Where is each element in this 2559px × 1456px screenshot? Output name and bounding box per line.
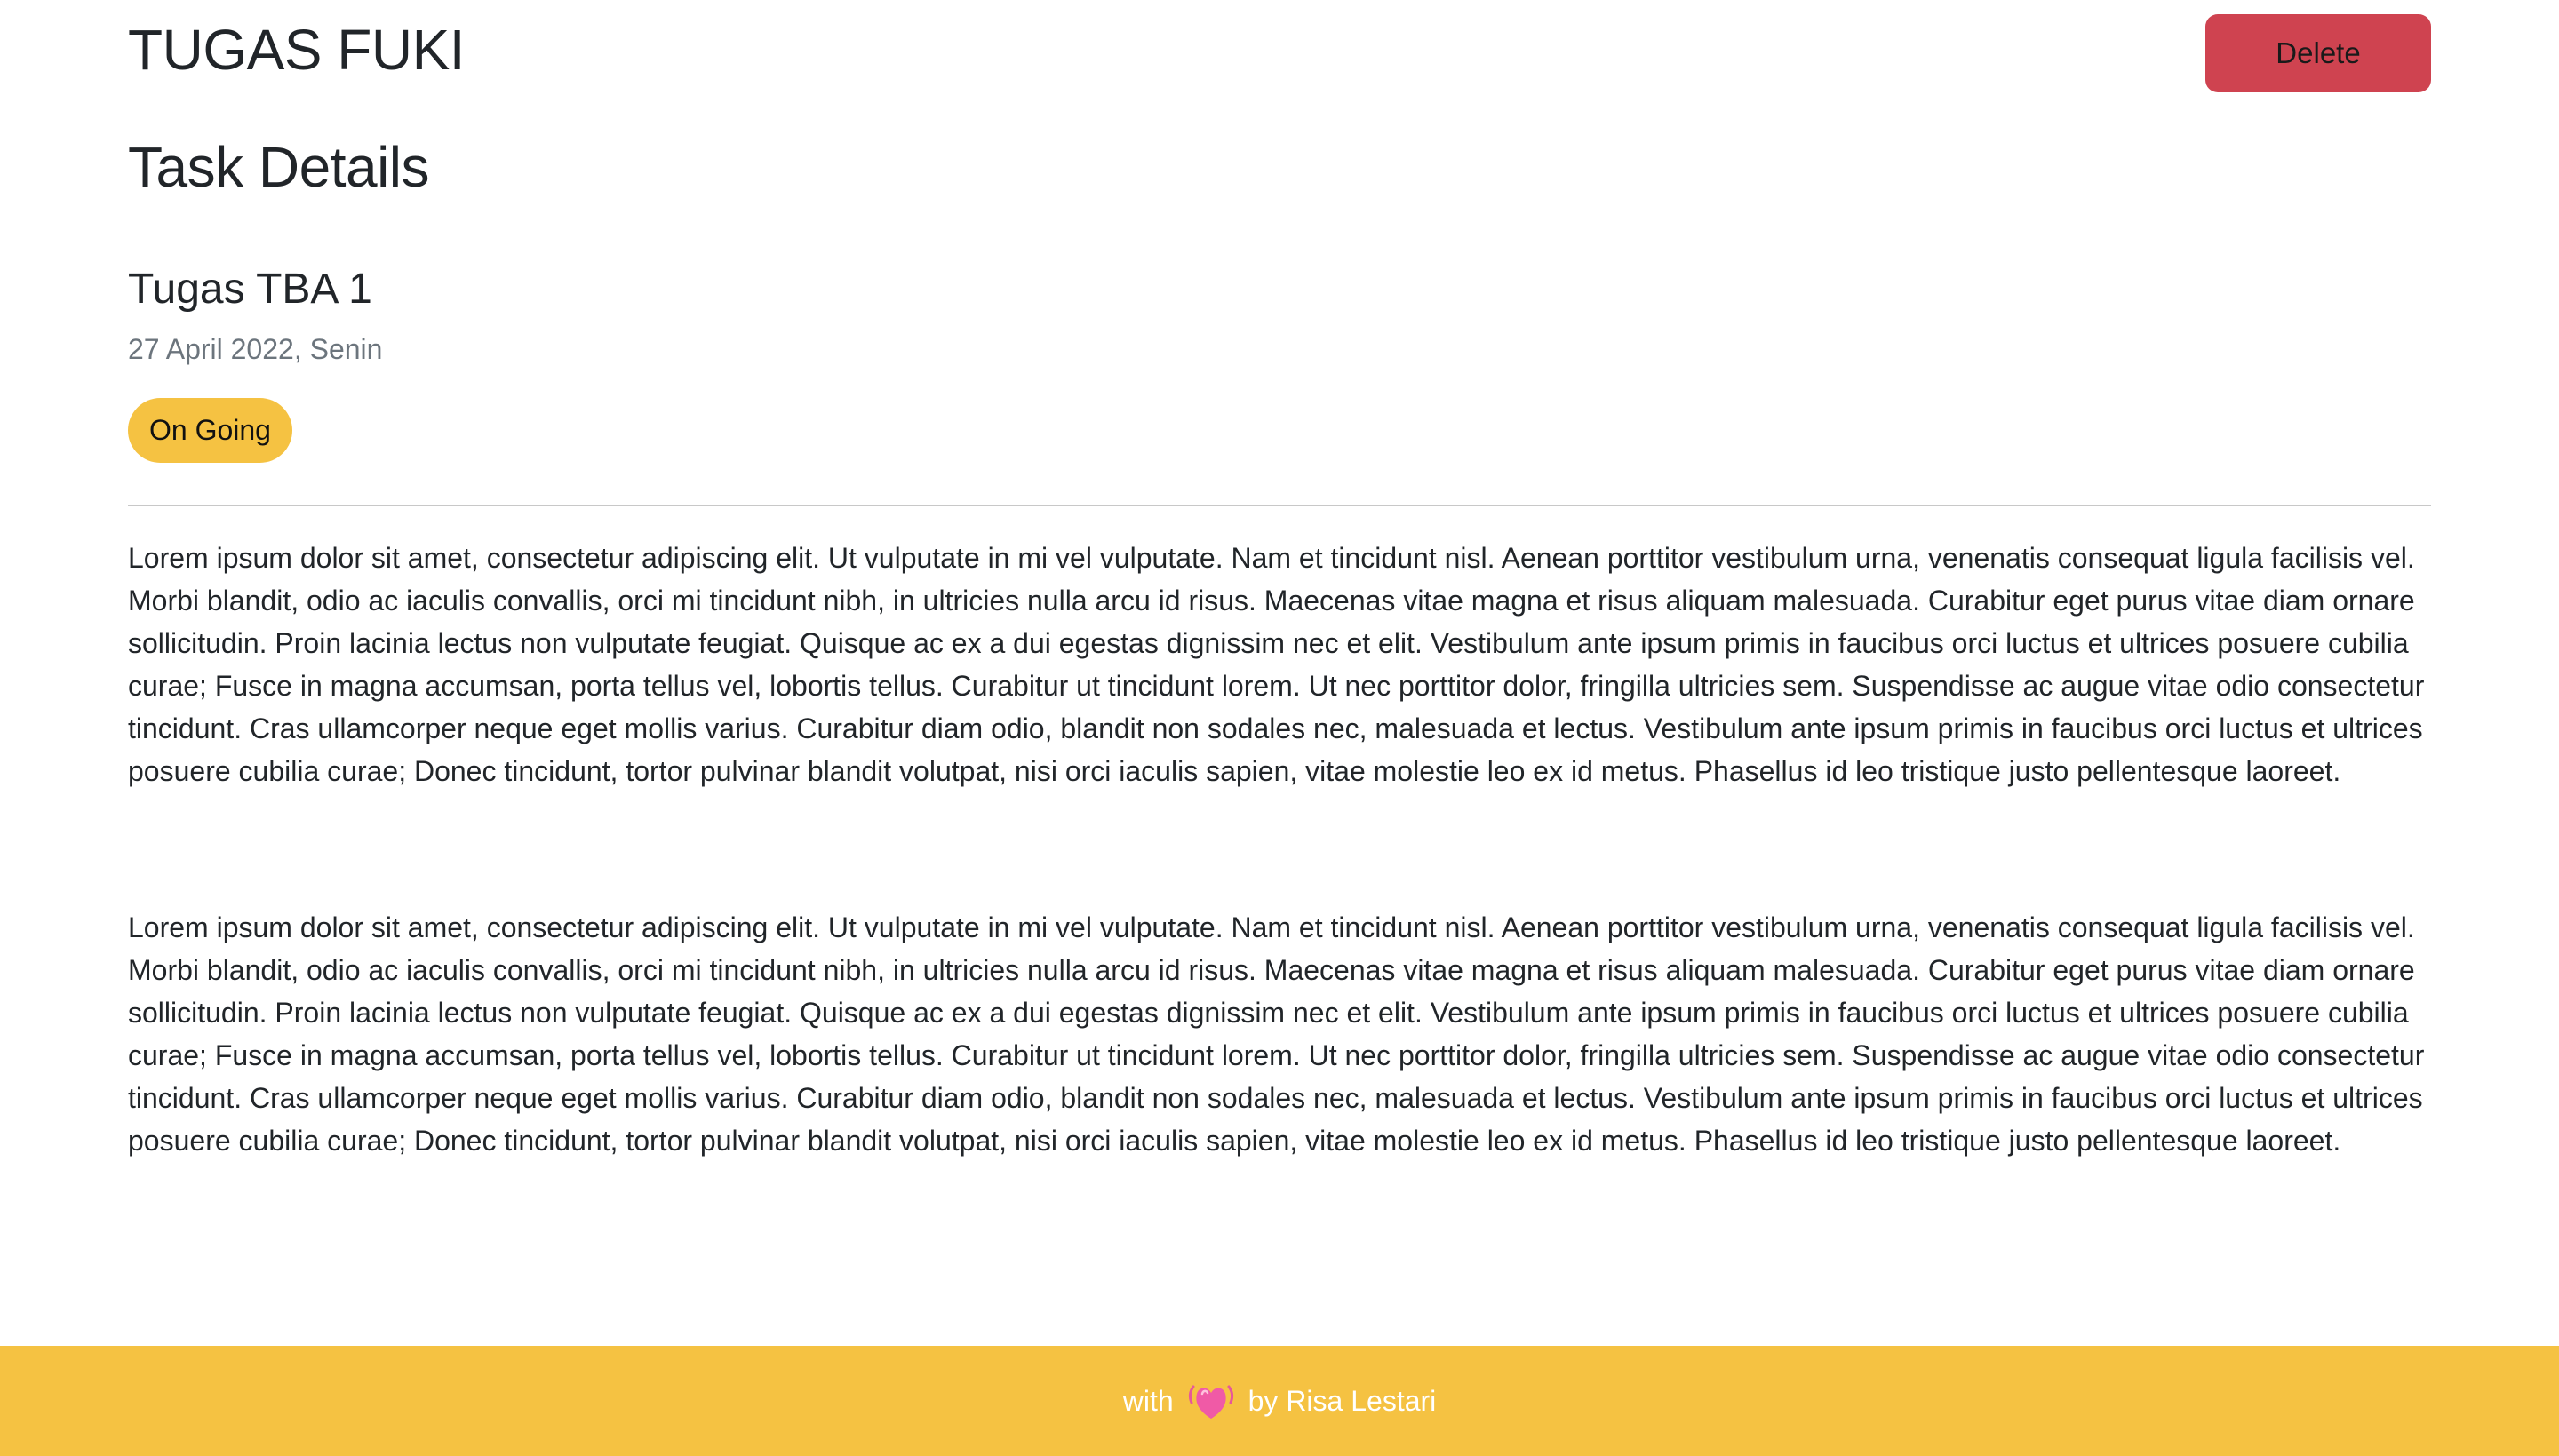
status-badge: On Going (128, 398, 292, 463)
delete-button[interactable]: Delete (2205, 14, 2431, 92)
brand-title[interactable]: TUGAS FUKI (128, 16, 466, 84)
task-title: Tugas TBA 1 (128, 266, 372, 313)
footer: with by Risa Lestari (0, 1346, 2559, 1456)
page: TUGAS FUKI Delete Task Details Tugas TBA… (0, 0, 2559, 1456)
heart-icon (1184, 1374, 1238, 1428)
divider (128, 505, 2431, 506)
footer-author: by Risa Lestari (1248, 1384, 1437, 1417)
task-description-paragraph: Lorem ipsum dolor sit amet, consectetur … (128, 542, 2425, 787)
task-description-paragraph: Lorem ipsum dolor sit amet, consectetur … (128, 911, 2425, 1157)
page-title: Task Details (128, 135, 430, 199)
footer-prefix: with (1122, 1384, 1174, 1417)
task-date: 27 April 2022, Senin (128, 333, 383, 365)
